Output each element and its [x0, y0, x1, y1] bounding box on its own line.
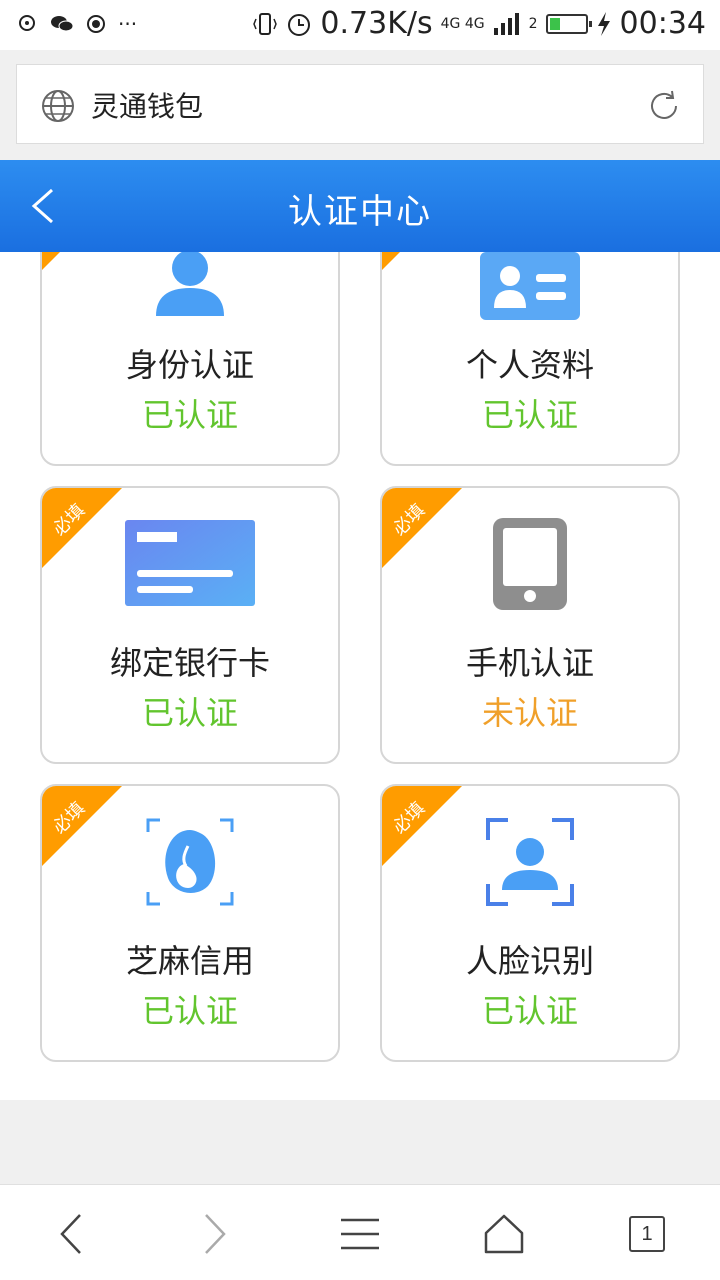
more-icon: ··· — [118, 12, 138, 36]
forward-icon — [205, 1214, 226, 1254]
nav-menu-button[interactable] — [335, 1209, 385, 1259]
face-scan-icon — [486, 818, 574, 906]
status-bar: ··· 0.73K/s 4G 4G 2 00:34 — [0, 0, 720, 50]
card-title: 身份认证 — [125, 346, 254, 384]
wechat-icon — [51, 16, 74, 32]
clock: 00:34 — [619, 6, 706, 41]
card-bank[interactable]: 必填 绑定银行卡 已认证 — [40, 486, 340, 764]
back-icon — [60, 1214, 81, 1254]
nav-forward-button[interactable] — [190, 1209, 240, 1259]
card-status: 已认证 — [481, 992, 578, 1030]
sesame-credit-icon — [146, 818, 234, 906]
notification-icon — [19, 15, 35, 31]
id-card-icon — [480, 252, 580, 320]
battery-fill — [549, 17, 560, 30]
card-status: 已认证 — [141, 396, 238, 434]
card-sesame[interactable]: 必填 芝麻信用 已认证 — [40, 784, 340, 1062]
card-profile[interactable]: 个人资料 已认证 — [380, 252, 680, 466]
card-title: 个人资料 — [465, 346, 594, 384]
browser-bottom-nav: 1 — [0, 1184, 720, 1280]
refresh-icon[interactable] — [645, 87, 683, 125]
network-type: 4G 4G — [440, 15, 485, 32]
card-phone[interactable]: 必填 手机认证 未认证 — [380, 486, 680, 764]
person-icon — [156, 252, 224, 316]
alarm-icon — [288, 13, 311, 36]
page-header: 认证中心 — [0, 160, 720, 252]
vibrate-icon — [253, 12, 278, 35]
record-icon — [87, 15, 105, 33]
globe-icon — [42, 90, 74, 122]
tab-count: 1 — [629, 1216, 665, 1252]
card-title: 芝麻信用 — [125, 942, 254, 980]
page-url-title: 灵通钱包 — [91, 90, 204, 123]
card-title: 手机认证 — [465, 644, 594, 682]
status-left-icons: ··· — [18, 12, 137, 36]
required-ribbon — [42, 252, 122, 270]
card-title: 人脸识别 — [465, 942, 594, 980]
battery-icon — [545, 13, 592, 34]
address-bar[interactable]: 灵通钱包 — [16, 64, 704, 144]
card-status: 已认证 — [481, 396, 578, 434]
home-icon — [484, 1214, 524, 1254]
nav-back-button[interactable] — [46, 1209, 96, 1259]
signal-icon — [493, 12, 519, 35]
card-identity[interactable]: 身份认证 已认证 — [40, 252, 340, 466]
card-status: 未认证 — [481, 694, 578, 732]
signal-sub: 2 — [528, 15, 538, 32]
charging-icon — [597, 11, 610, 36]
nav-home-button[interactable] — [479, 1209, 529, 1259]
phone-icon — [493, 518, 567, 610]
required-ribbon — [382, 252, 462, 270]
auth-card-grid: 身份认证 已认证 个人资料 已认证 必填 绑定银行卡 已认证 必填 手机认证 未… — [0, 252, 720, 1100]
status-right: 0.73K/s 4G 4G 2 00:34 — [252, 6, 706, 41]
card-status: 已认证 — [141, 992, 238, 1030]
page-title: 认证中心 — [288, 192, 432, 232]
menu-icon — [341, 1218, 379, 1250]
card-status: 已认证 — [141, 694, 238, 732]
network-speed: 0.73K/s — [320, 6, 433, 41]
card-face[interactable]: 必填 人脸识别 已认证 — [380, 784, 680, 1062]
nav-tabs-button[interactable]: 1 — [622, 1209, 672, 1259]
bank-card-icon — [125, 520, 255, 606]
card-title: 绑定银行卡 — [109, 644, 270, 682]
